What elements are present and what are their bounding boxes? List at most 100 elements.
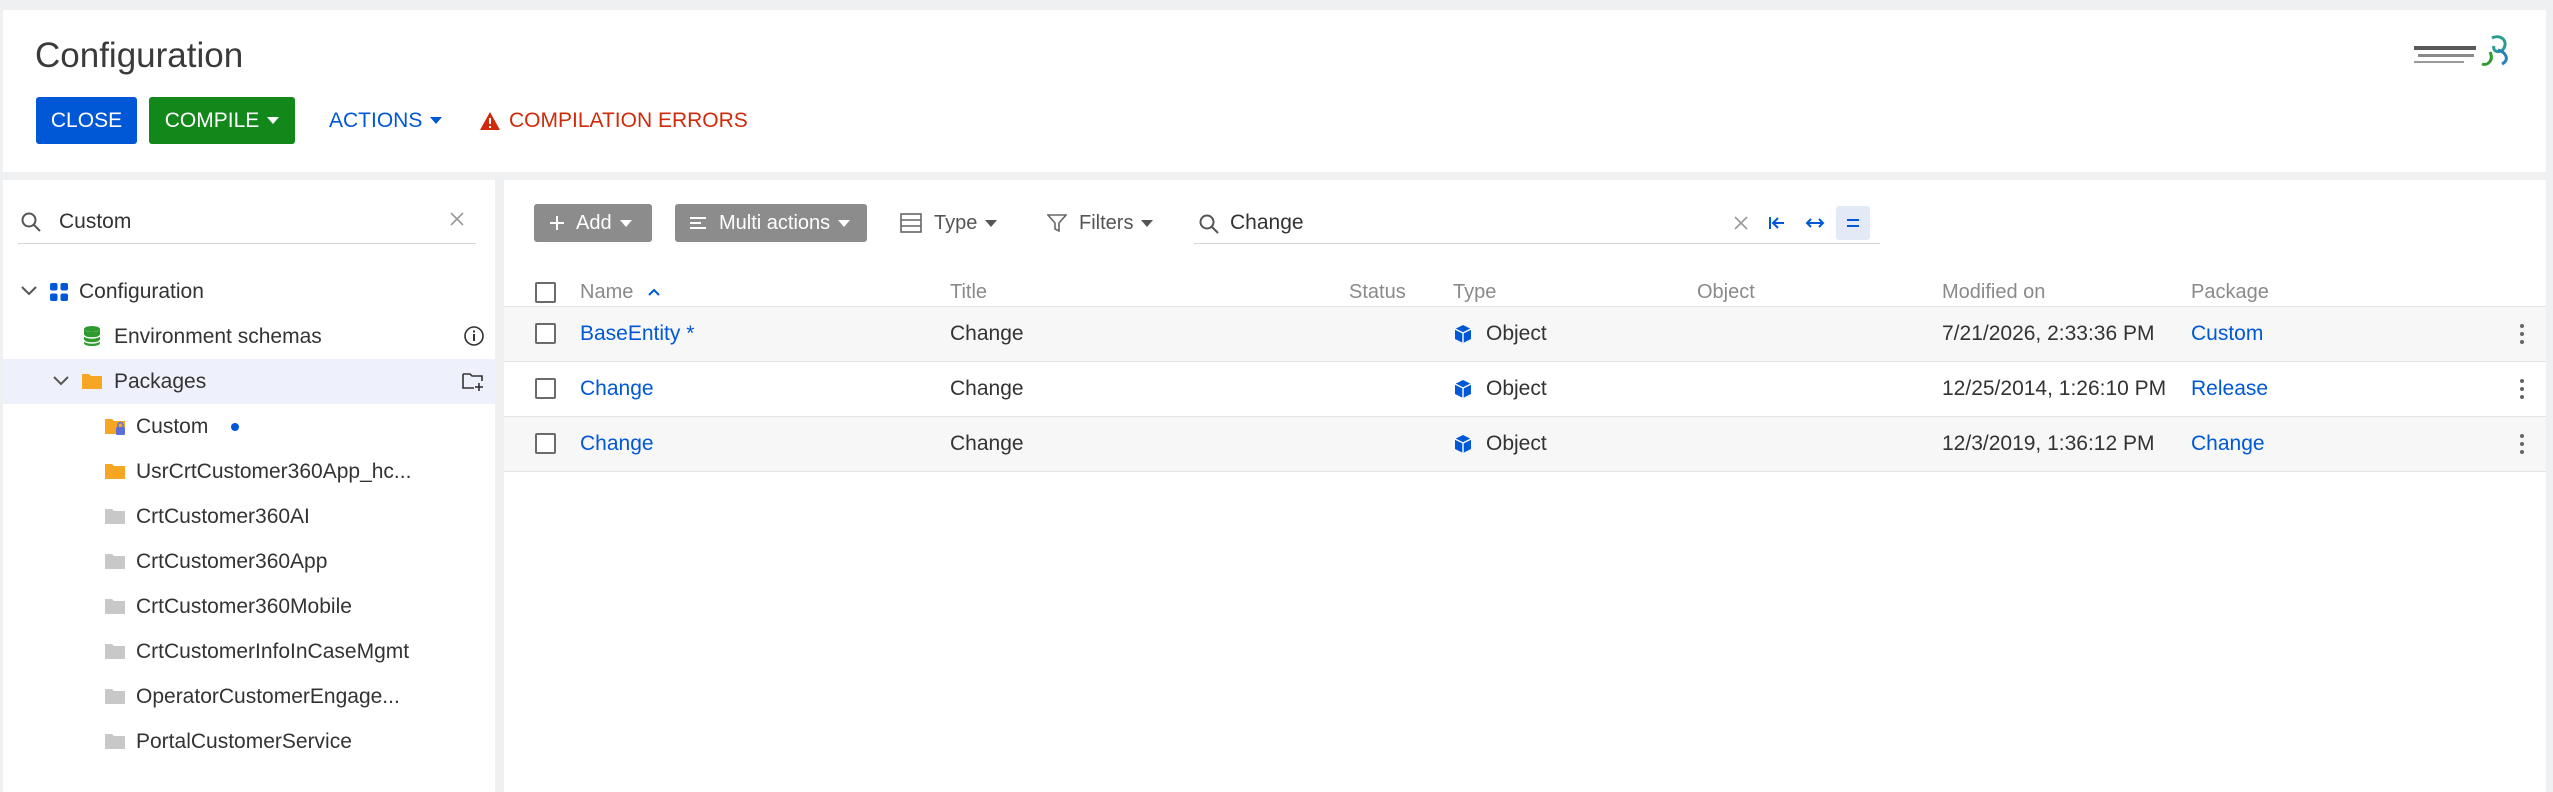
grid-search-input[interactable] (1230, 207, 1730, 239)
cell-type: Object (1453, 307, 1547, 361)
expand-width-button[interactable] (1798, 206, 1832, 240)
tree-item-package[interactable]: OperatorCustomerEngage... (3, 674, 495, 719)
chevron-down-icon (838, 219, 851, 227)
clear-search-icon[interactable] (448, 210, 466, 228)
cube-icon (1454, 325, 1472, 343)
page-title: Configuration (35, 36, 244, 75)
cell-modified-on: 12/3/2019, 1:36:12 PM (1942, 432, 2155, 455)
horizontal-arrows-icon (1805, 218, 1825, 228)
tree-item-label: Environment schemas (114, 324, 322, 348)
tree-item-label: CrtCustomer360App (136, 549, 328, 573)
actions-menu-button[interactable]: ACTIONS (329, 97, 443, 144)
column-header-label: Name (580, 280, 634, 303)
tree-item-label: OperatorCustomerEngage... (136, 684, 400, 708)
folder-icon (105, 644, 125, 659)
tree-item-label: CrtCustomer360Mobile (136, 594, 352, 618)
folder-icon (105, 599, 125, 614)
cell-type-label: Object (1486, 432, 1547, 455)
tree-item-label: Configuration (79, 279, 204, 303)
list-icon (690, 217, 706, 229)
page-header: Configuration CLOSE COMPILE ACTIONS COMP… (3, 10, 2546, 172)
chevron-down-icon[interactable] (52, 374, 70, 388)
row-menu-icon[interactable] (2514, 321, 2530, 347)
folder-icon (105, 509, 125, 524)
filters-button[interactable]: Filters (1047, 204, 1154, 242)
tree-item-package[interactable]: Custom (3, 404, 495, 449)
sidebar-search-input[interactable] (59, 206, 439, 238)
search-icon (1199, 214, 1219, 234)
tree-item-package[interactable]: CrtCustomer360Mobile (3, 584, 495, 629)
type-filter-button[interactable]: Type (900, 204, 998, 242)
table-row[interactable]: Change Change Object 12/3/2019, 1:36:12 PM C… (504, 417, 2546, 472)
cell-name[interactable]: Change (580, 417, 654, 471)
chevron-down-icon (430, 117, 443, 124)
tree-item-label: UsrCrtCustomer360App_hc... (136, 459, 412, 483)
main-panel: Add Multi actions Type Filters Name Titl… (504, 180, 2546, 792)
compilation-errors-label: COMPILATION ERRORS (509, 108, 748, 132)
compile-button[interactable]: COMPILE (149, 97, 295, 144)
chevron-down-icon (985, 219, 998, 227)
filter-icon (1047, 214, 1067, 233)
table-row[interactable]: BaseEntity * Change Object 7/21/2026, 2:33:… (504, 307, 2546, 362)
folder-icon (105, 689, 125, 704)
row-checkbox[interactable] (535, 378, 556, 399)
cell-package[interactable]: Release (2191, 362, 2268, 416)
tree-item-label: CrtCustomerInfoInCaseMgmt (136, 639, 410, 663)
tree-item-package[interactable]: CrtCustomer360App (3, 539, 495, 584)
plus-icon (550, 216, 564, 230)
folder-icon (105, 464, 125, 479)
chevron-down-icon (1141, 219, 1154, 227)
tree-item-label: Packages (114, 369, 207, 393)
cell-modified-on: 12/25/2014, 1:26:10 PM (1942, 377, 2167, 400)
add-folder-icon[interactable] (461, 370, 485, 392)
search-icon (21, 212, 41, 232)
tree-item-configuration[interactable]: Configuration (3, 269, 495, 314)
close-button[interactable]: CLOSE (36, 97, 137, 144)
close-icon (1734, 216, 1748, 230)
info-icon[interactable] (463, 325, 485, 347)
cell-type-label: Object (1486, 322, 1547, 345)
cell-type-label: Object (1486, 377, 1547, 400)
cell-modified-on: 7/21/2026, 2:33:36 PM (1942, 322, 2155, 345)
grid-icon (50, 283, 68, 301)
tree-item-package[interactable]: UsrCrtCustomer360App_hc... (3, 449, 495, 494)
actions-label: ACTIONS (329, 108, 423, 132)
folder-icon (105, 554, 125, 569)
density-toggle-button[interactable] (1836, 206, 1870, 240)
add-button[interactable]: Add (534, 204, 652, 242)
row-checkbox[interactable] (535, 323, 556, 344)
tree-item-package[interactable]: PortalCustomerService (3, 719, 495, 764)
table-row[interactable]: Change Change Object 12/25/2014, 1:26:10 PM… (504, 362, 2546, 417)
table-icon (900, 213, 922, 233)
tree-item-environment-schemas[interactable]: Environment schemas (3, 314, 495, 359)
cell-name[interactable]: BaseEntity * (580, 307, 694, 361)
chevron-down-icon[interactable] (20, 284, 38, 298)
sidebar-search (18, 202, 476, 244)
cube-icon (1454, 380, 1472, 398)
close-button-label: CLOSE (50, 108, 123, 132)
sort-ascending-icon (648, 288, 661, 296)
tree-item-label: PortalCustomerService (136, 729, 352, 753)
tree-item-packages[interactable]: Packages (3, 359, 495, 404)
type-filter-label: Type (934, 211, 978, 234)
folder-icon (105, 419, 125, 435)
folder-icon (105, 734, 125, 749)
tree-item-package[interactable]: CrtCustomerInfoInCaseMgmt (3, 629, 495, 674)
row-checkbox[interactable] (535, 433, 556, 454)
cell-title: Change (950, 432, 1024, 455)
row-menu-icon[interactable] (2514, 376, 2530, 402)
add-button-label: Add (576, 211, 612, 234)
row-menu-icon[interactable] (2514, 431, 2530, 457)
tree-item-package[interactable]: CrtCustomer360AI (3, 494, 495, 539)
filters-label: Filters (1079, 211, 1134, 234)
database-icon (83, 326, 101, 346)
cell-package[interactable]: Change (2191, 417, 2265, 471)
select-all-checkbox[interactable] (535, 282, 556, 303)
equals-icon (1847, 219, 1859, 227)
cell-name[interactable]: Change (580, 362, 654, 416)
cell-package[interactable]: Custom (2191, 307, 2263, 361)
multi-actions-button[interactable]: Multi actions (675, 204, 867, 242)
clear-search-button[interactable] (1724, 206, 1758, 240)
compilation-errors-button[interactable]: COMPILATION ERRORS (479, 97, 748, 144)
collapse-left-button[interactable] (1760, 206, 1794, 240)
